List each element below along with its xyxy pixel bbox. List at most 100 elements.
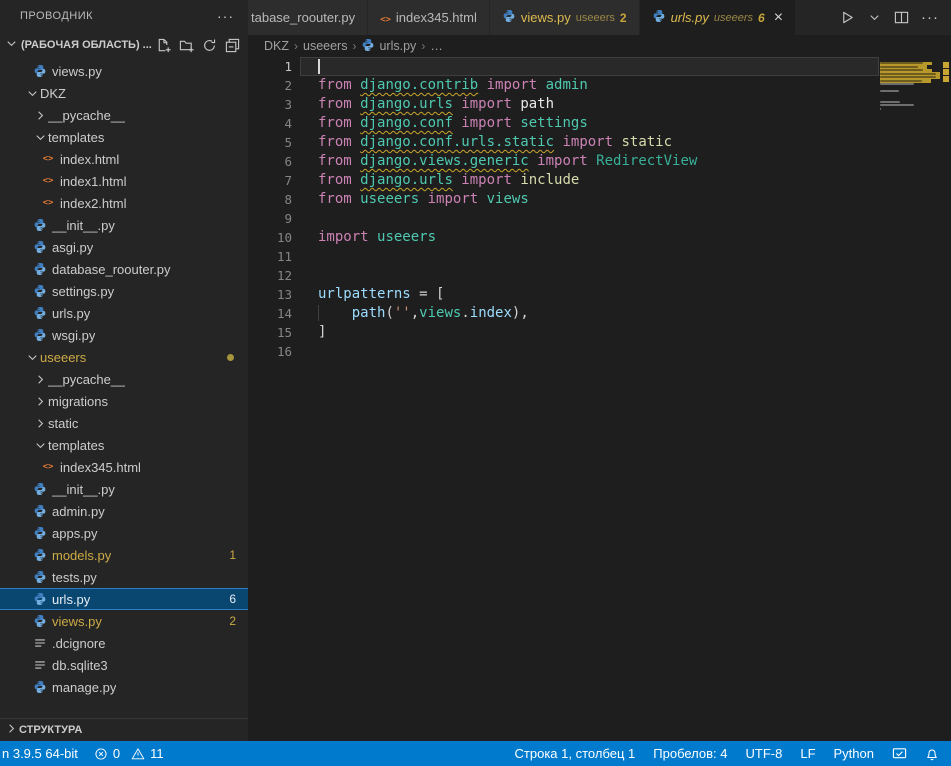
code-line-16[interactable]: 16 [248,342,879,361]
line-number[interactable]: 15 [248,323,292,342]
line-content[interactable] [300,209,879,228]
line-number[interactable]: 16 [248,342,292,361]
tree-item-DKZ[interactable]: DKZ [0,82,248,104]
line-content[interactable]: urlpatterns = [ [300,285,879,304]
tree-item-views.py[interactable]: views.py2 [0,610,248,632]
status-python-version[interactable]: n 3.9.5 64-bit [2,746,78,761]
tree-item-templates[interactable]: templates [0,126,248,148]
line-number[interactable]: 1 [248,57,292,76]
tree-item-views.py[interactable]: views.py [0,60,248,82]
line-number[interactable]: 8 [248,190,292,209]
code-line-1[interactable]: 1 [248,57,879,76]
tab-views.py[interactable]: views.pyuseeers2 [490,0,640,35]
tree-item-__init__.py[interactable]: __init__.py [0,478,248,500]
tree-item-urls.py[interactable]: urls.py [0,302,248,324]
line-content[interactable]: ] [300,323,879,342]
status-cursor-position[interactable]: Строка 1, столбец 1 [515,746,636,761]
line-content[interactable] [300,342,879,361]
code-line-14[interactable]: 14 path('',views.index), [248,304,879,323]
new-folder-icon[interactable] [179,38,194,53]
line-content[interactable]: from django.conf.urls.static import stat… [300,133,879,152]
workspace-section-header[interactable]: (РАБОЧАЯ ОБЛАСТЬ) ... [0,32,248,58]
code-line-5[interactable]: 5 from django.conf.urls.static import sta… [248,133,879,152]
code-line-6[interactable]: 6 from django.views.generic import Redire… [248,152,879,171]
panel-more-icon[interactable]: ··· [217,8,234,24]
code-lines[interactable]: 12from django.contrib import admin3 from … [248,57,879,361]
tree-item-static[interactable]: static [0,412,248,434]
tree-item-asgi.py[interactable]: asgi.py [0,236,248,258]
tree-item-db.sqlite3[interactable]: db.sqlite3 [0,654,248,676]
line-number[interactable]: 13 [248,285,292,304]
tree-item-__init__.py[interactable]: __init__.py [0,214,248,236]
tree-item-database_roouter.py[interactable]: database_roouter.py [0,258,248,280]
status-encoding[interactable]: UTF-8 [746,746,783,761]
line-number[interactable]: 9 [248,209,292,228]
line-content[interactable]: from django.views.generic import Redirec… [300,152,879,171]
line-content[interactable]: import useeers [300,228,879,247]
tree-item-__pycache__[interactable]: __pycache__ [0,104,248,126]
more-actions-icon[interactable]: ··· [921,9,939,26]
code-line-3[interactable]: 3 from django.urls import path [248,95,879,114]
refresh-icon[interactable] [202,38,217,53]
status-eol[interactable]: LF [800,746,815,761]
run-python-file-button[interactable] [840,10,855,25]
line-content[interactable] [300,247,879,266]
line-number[interactable]: 2 [248,76,292,95]
code-line-13[interactable]: 13 urlpatterns = [ [248,285,879,304]
line-number[interactable]: 11 [248,247,292,266]
tree-item-apps.py[interactable]: apps.py [0,522,248,544]
code-line-7[interactable]: 7 from django.urls import include [248,171,879,190]
line-number[interactable]: 14 [248,304,292,323]
tree-item-manage.py[interactable]: manage.py [0,676,248,698]
line-content[interactable]: from django.urls import path [300,95,879,114]
tree-item-index345.html[interactable]: <>index345.html [0,456,248,478]
status-indentation[interactable]: Пробелов: 4 [653,746,727,761]
outline-section-header[interactable]: СТРУКТУРА [0,718,248,741]
code-line-8[interactable]: 8 from useeers import views [248,190,879,209]
collapse-all-icon[interactable] [225,38,240,53]
explorer-panel-header[interactable]: ПРОВОДНИК ··· [0,0,248,32]
tree-item-index1.html[interactable]: <>index1.html [0,170,248,192]
editor[interactable]: 12from django.contrib import admin3 from … [248,57,951,741]
status-language[interactable]: Python [834,746,874,761]
line-content[interactable]: from django.urls import include [300,171,879,190]
run-dropdown-icon[interactable] [867,10,882,25]
breadcrumb-item-DKZ[interactable]: DKZ [264,39,289,53]
breadcrumb-item-[interactable]: … [430,39,443,53]
line-number[interactable]: 7 [248,171,292,190]
code-line-12[interactable]: 12 [248,266,879,285]
line-number[interactable]: 12 [248,266,292,285]
tree-item-wsgi.py[interactable]: wsgi.py [0,324,248,346]
tab-index345.html[interactable]: <>index345.html [368,0,490,35]
line-number[interactable]: 5 [248,133,292,152]
close-icon[interactable]: × [774,10,783,26]
tree-item-templates[interactable]: templates [0,434,248,456]
new-file-icon[interactable] [156,38,171,53]
line-content[interactable]: from django.conf import settings [300,114,879,133]
tree-item-migrations[interactable]: migrations [0,390,248,412]
line-number[interactable]: 10 [248,228,292,247]
line-content[interactable]: from useeers import views [300,190,879,209]
line-content[interactable]: path('',views.index), [300,304,879,323]
tree-item-useeers[interactable]: useeers [0,346,248,368]
tree-item-settings.py[interactable]: settings.py [0,280,248,302]
tree-item-index2.html[interactable]: <>index2.html [0,192,248,214]
tree-item-urls.py[interactable]: urls.py6 [0,588,248,610]
tab-urls.py[interactable]: urls.pyuseeers6× [640,0,796,35]
tree-item-tests.py[interactable]: tests.py [0,566,248,588]
bell-icon[interactable] [925,747,939,761]
split-editor-button[interactable] [894,10,909,25]
status-problems[interactable]: 0 11 [94,746,164,761]
minimap[interactable] [880,58,940,114]
line-number[interactable]: 6 [248,152,292,171]
line-number[interactable]: 3 [248,95,292,114]
tree-item-.dcignore[interactable]: .dcignore [0,632,248,654]
code-line-2[interactable]: 2from django.contrib import admin [248,76,879,95]
tree-item-__pycache__[interactable]: __pycache__ [0,368,248,390]
line-content[interactable] [300,57,879,76]
breadcrumb-item-urls.py[interactable]: urls.py [361,38,416,55]
code-line-11[interactable]: 11 [248,247,879,266]
line-number[interactable]: 4 [248,114,292,133]
tab-tabase_roouter.py[interactable]: tabase_roouter.py [248,0,368,35]
code-line-10[interactable]: 10 import useeers [248,228,879,247]
